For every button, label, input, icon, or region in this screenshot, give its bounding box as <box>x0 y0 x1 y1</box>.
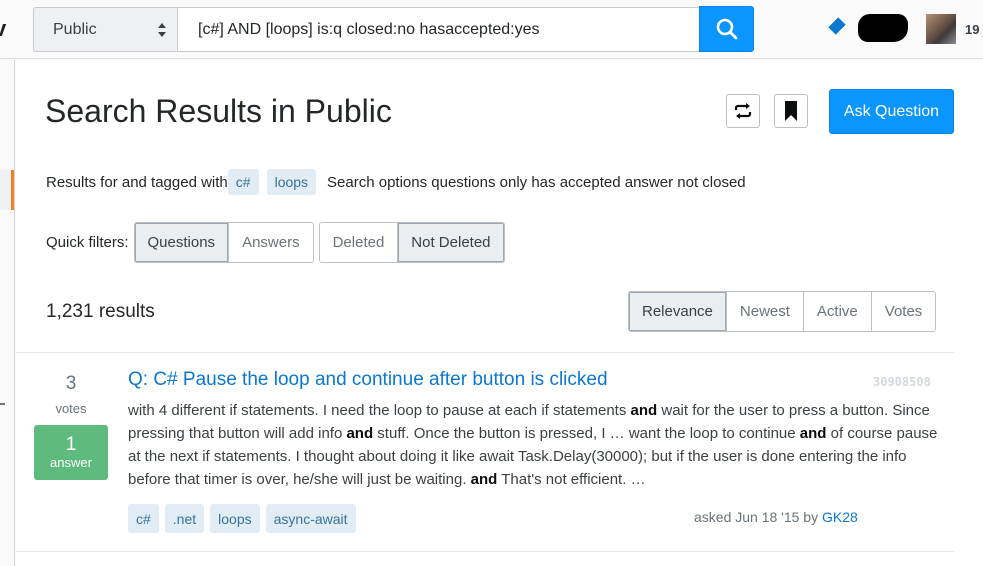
question-excerpt: with 4 different if statements. I need t… <box>128 399 948 491</box>
select-arrows-icon <box>158 23 166 37</box>
search-icon <box>716 18 737 40</box>
filter-deleted[interactable]: Deleted <box>319 223 398 262</box>
votes-label: votes <box>55 401 87 416</box>
excerpt-text: stuff. Once the button is pressed, I … w… <box>373 425 800 442</box>
search-description: Results for and tagged with c# loops Sea… <box>46 168 746 196</box>
sort-relevance[interactable]: Relevance <box>629 292 726 331</box>
repeat-search-button[interactable] <box>726 94 760 128</box>
filter-questions[interactable]: Questions <box>134 223 229 262</box>
question-tags: c# .net loops async-await <box>128 504 362 533</box>
ask-question-button[interactable]: Ask Question <box>829 89 954 134</box>
tag-link[interactable]: loops <box>266 169 317 195</box>
quick-filters: Quick filters: Questions Answers Deleted… <box>46 222 510 263</box>
save-search-button[interactable] <box>774 94 808 128</box>
divider <box>16 352 954 353</box>
repeat-icon <box>734 103 752 119</box>
asked-date: asked Jun 18 '15 by <box>694 509 819 525</box>
type-filter-group: Questions Answers <box>133 222 314 263</box>
tag-link[interactable]: c# <box>227 169 259 195</box>
quick-filters-label: Quick filters: <box>46 234 129 251</box>
answer-count: 1 <box>65 433 77 455</box>
search-scope-select[interactable]: Public <box>33 7 178 52</box>
vote-count: 3 <box>65 373 77 394</box>
filter-answers[interactable]: Answers <box>228 223 313 262</box>
sort-newest[interactable]: Newest <box>725 292 803 331</box>
divider <box>16 551 954 552</box>
bookmark-icon <box>785 101 797 121</box>
sidebar-marker <box>0 403 5 405</box>
scope-select-value: Public <box>53 20 97 38</box>
question-meta: asked Jun 18 '15 by GK28 <box>694 509 858 525</box>
sidebar-item-active[interactable] <box>0 170 14 210</box>
highlighted-term: and <box>346 425 374 442</box>
site-logo-fragment[interactable]: v <box>0 16 6 42</box>
top-bar: v Public 19 <box>0 0 983 59</box>
deleted-filter-group: Deleted Not Deleted <box>318 222 505 263</box>
tag-link[interactable]: async-await <box>265 504 356 533</box>
author-link[interactable]: GK28 <box>822 509 858 525</box>
result-stats: 3 votes 1 answer <box>33 373 109 480</box>
description-suffix: Search options questions only has accept… <box>327 173 746 191</box>
excerpt-text: with 4 different if statements. I need t… <box>128 402 631 419</box>
page-title: Search Results in Public <box>45 93 392 129</box>
accepted-answer-count: 1 answer <box>34 425 108 480</box>
question-id: 30908508 <box>873 375 931 389</box>
excerpt-text: That's not efficient. … <box>497 471 646 488</box>
left-sidebar <box>0 60 15 566</box>
sort-active[interactable]: Active <box>802 292 871 331</box>
tag-link[interactable]: c# <box>128 504 159 533</box>
tag-link[interactable]: .net <box>164 504 205 533</box>
highlighted-term: and <box>799 425 827 442</box>
results-count: 1,231 results <box>46 301 155 322</box>
description-prefix: Results for and tagged with <box>46 173 228 191</box>
answer-label: answer <box>50 454 92 470</box>
question-title-link[interactable]: Q: C# Pause the loop and continue after … <box>128 369 608 391</box>
search-button[interactable] <box>699 6 754 52</box>
highlighted-term: and <box>630 402 658 419</box>
highlighted-term: and <box>470 471 498 488</box>
tag-link[interactable]: loops <box>210 504 260 533</box>
search-input[interactable] <box>177 7 700 52</box>
redacted-username <box>858 14 908 42</box>
diamond-icon[interactable] <box>828 17 846 35</box>
filter-not-deleted[interactable]: Not Deleted <box>397 223 504 262</box>
main-content: Search Results in Public Ask Question Re… <box>16 60 983 566</box>
avatar[interactable] <box>926 14 956 44</box>
sort-options: Relevance Newest Active Votes <box>628 291 937 332</box>
sort-votes[interactable]: Votes <box>870 292 936 331</box>
reputation-count: 19 <box>965 22 980 37</box>
